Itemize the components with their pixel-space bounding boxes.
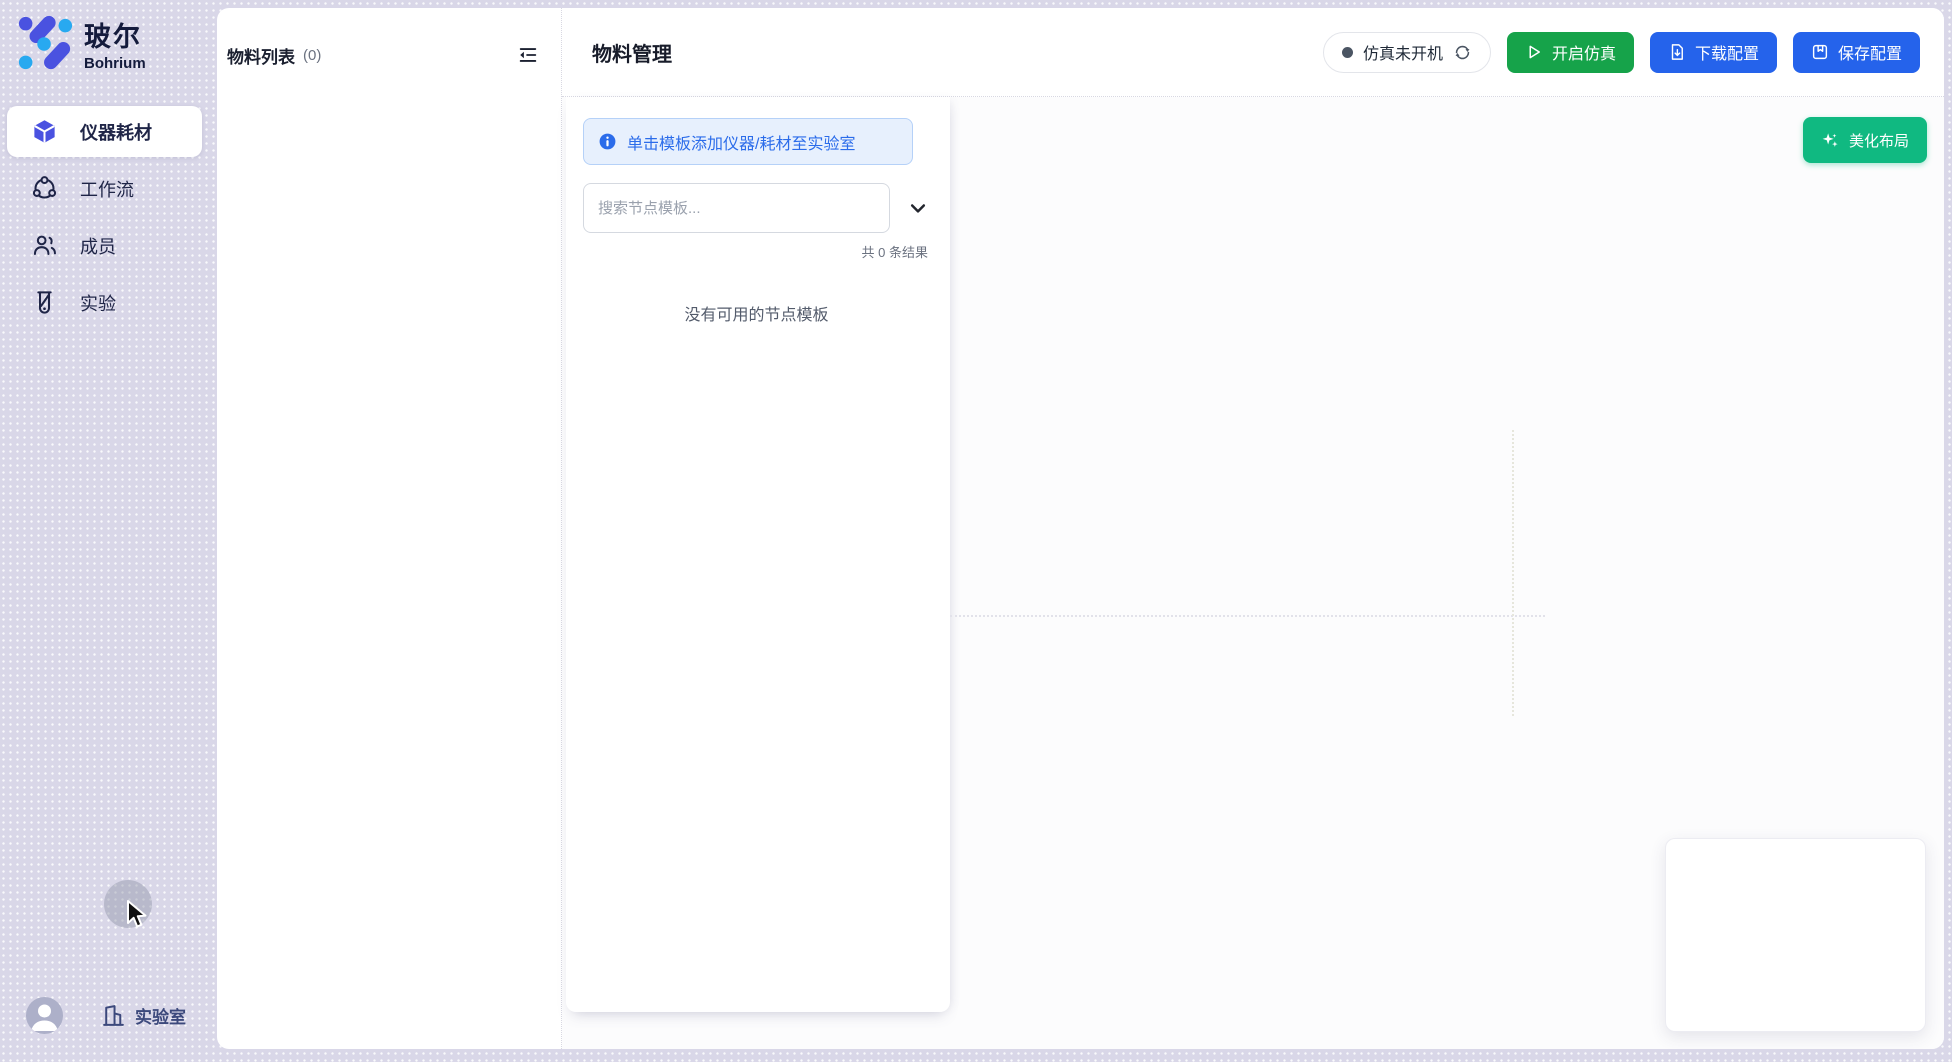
sim-status-pill: 仿真未开机 bbox=[1323, 32, 1491, 73]
collapse-search-button[interactable] bbox=[906, 196, 930, 220]
canvas-guideline-vertical bbox=[1512, 430, 1514, 716]
materials-list-panel: 物料列表 (0) bbox=[217, 8, 562, 1049]
experiment-icon bbox=[31, 289, 58, 316]
main-content-card: 物料列表 (0) 物料管理 仿真未开机 bbox=[217, 8, 1944, 1049]
chevron-down-icon bbox=[908, 198, 928, 218]
sidebar-item-label: 仪器耗材 bbox=[80, 119, 152, 145]
workflow-icon bbox=[31, 175, 58, 202]
brand-logo: 玻尔 Bohrium bbox=[16, 14, 146, 72]
result-count: 共 0 条结果 bbox=[583, 242, 930, 261]
page-title: 物料管理 bbox=[592, 38, 672, 67]
sidebar-menu: 仪器耗材 工作流 成员 bbox=[7, 106, 202, 334]
search-input[interactable] bbox=[583, 183, 890, 233]
sidebar-item-workflow[interactable]: 工作流 bbox=[7, 163, 202, 214]
minimap-panel[interactable] bbox=[1665, 838, 1926, 1032]
menu-fold-icon bbox=[517, 44, 539, 66]
sparkles-icon bbox=[1821, 131, 1840, 150]
sim-status-label: 仿真未开机 bbox=[1363, 40, 1443, 64]
bohrium-logo-icon bbox=[16, 14, 74, 72]
beautify-layout-button[interactable]: 美化布局 bbox=[1803, 117, 1927, 163]
sidebar-item-instruments[interactable]: 仪器耗材 bbox=[7, 106, 202, 157]
hint-banner: 单击模板添加仪器/耗材至实验室 bbox=[583, 118, 913, 165]
collapse-panel-button[interactable] bbox=[515, 42, 541, 68]
save-config-button[interactable]: 保存配置 bbox=[1793, 32, 1920, 73]
status-dot bbox=[1342, 47, 1353, 58]
building-icon bbox=[101, 1003, 126, 1028]
refresh-icon[interactable] bbox=[1453, 43, 1472, 62]
brand-name-en: Bohrium bbox=[84, 55, 146, 72]
download-config-button[interactable]: 下载配置 bbox=[1650, 32, 1777, 73]
save-icon bbox=[1811, 43, 1829, 61]
materials-list-title: 物料列表 bbox=[227, 43, 295, 68]
sidebar-item-label: 实验 bbox=[80, 290, 116, 316]
play-icon bbox=[1525, 43, 1543, 61]
brand-name-zh: 玻尔 bbox=[84, 15, 146, 54]
canvas-guideline-horizontal bbox=[950, 615, 1545, 617]
start-simulation-button[interactable]: 开启仿真 bbox=[1507, 32, 1634, 73]
sidebar: 玻尔 Bohrium 仪器耗材 工作流 bbox=[0, 0, 217, 1062]
lab-label: 实验室 bbox=[135, 1003, 186, 1028]
page-header: 物料管理 仿真未开机 开启仿真 bbox=[562, 8, 1944, 97]
node-template-panel: 单击模板添加仪器/耗材至实验室 共 0 条结果 没有可用的节点模板 bbox=[566, 97, 950, 1012]
lab-entry[interactable]: 实验室 bbox=[101, 1003, 186, 1028]
members-icon bbox=[31, 232, 58, 259]
sidebar-item-label: 工作流 bbox=[80, 176, 134, 202]
info-icon bbox=[598, 132, 617, 151]
hint-text: 单击模板添加仪器/耗材至实验室 bbox=[627, 130, 855, 154]
materials-list-count: (0) bbox=[303, 47, 321, 64]
empty-state-text: 没有可用的节点模板 bbox=[583, 301, 930, 325]
sidebar-item-experiment[interactable]: 实验 bbox=[7, 277, 202, 328]
cube-icon bbox=[31, 118, 58, 145]
sidebar-item-label: 成员 bbox=[80, 233, 116, 259]
user-avatar[interactable] bbox=[26, 997, 63, 1034]
sidebar-item-members[interactable]: 成员 bbox=[7, 220, 202, 271]
workflow-canvas[interactable]: 单击模板添加仪器/耗材至实验室 共 0 条结果 没有可用的节点模板 bbox=[562, 97, 1944, 1049]
file-download-icon bbox=[1668, 43, 1686, 61]
